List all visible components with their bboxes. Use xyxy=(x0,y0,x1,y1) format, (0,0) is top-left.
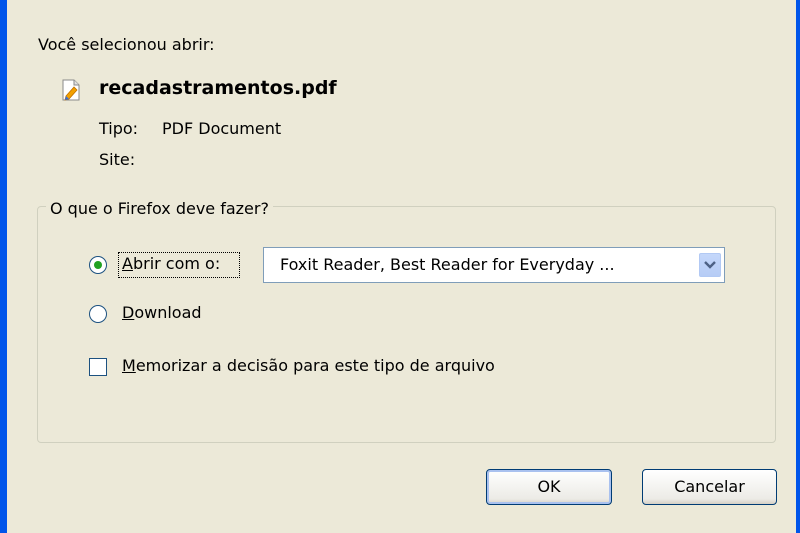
window-border-left xyxy=(0,0,7,533)
file-name: recadastramentos.pdf xyxy=(99,77,337,99)
open-with-app-select[interactable]: Foxit Reader, Best Reader for Everyday .… xyxy=(263,247,725,283)
window-border-right xyxy=(796,0,800,533)
site-label: Site: xyxy=(99,150,136,169)
action-group-legend: O que o Firefox deve fazer? xyxy=(46,199,273,218)
download-label[interactable]: Download xyxy=(122,303,202,322)
cancel-button[interactable]: Cancelar xyxy=(642,469,777,505)
chevron-down-icon xyxy=(704,261,716,269)
open-with-label[interactable]: Abrir com o: xyxy=(122,254,220,273)
open-with-app-value: Foxit Reader, Best Reader for Everyday .… xyxy=(280,255,615,274)
pdf-file-icon xyxy=(59,78,83,102)
open-with-label-text: Abrir com o: xyxy=(122,254,221,273)
type-value: PDF Document xyxy=(162,119,282,138)
remember-checkbox[interactable] xyxy=(89,358,107,376)
remember-label[interactable]: Memorizar a decisão para este tipo de ar… xyxy=(122,356,495,375)
dropdown-button[interactable] xyxy=(699,253,721,277)
download-radio[interactable] xyxy=(89,305,107,323)
type-label: Tipo: xyxy=(99,119,139,138)
ok-button[interactable]: OK xyxy=(486,469,612,505)
intro-text: Você selecionou abrir: xyxy=(38,35,215,54)
open-with-radio[interactable] xyxy=(89,256,107,274)
action-groupbox xyxy=(37,206,776,443)
